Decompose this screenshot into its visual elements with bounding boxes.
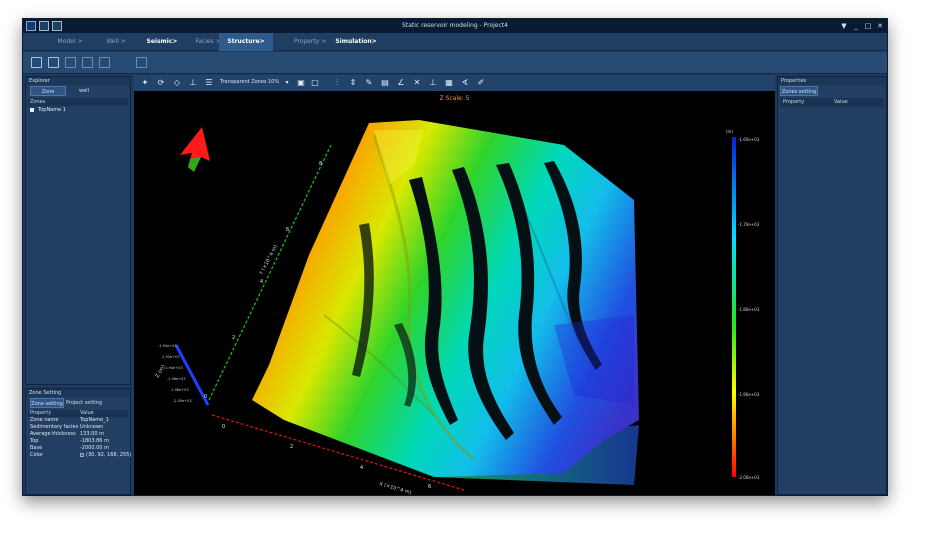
explorer-title: Explorer — [26, 77, 130, 85]
table-row[interactable]: Sedimentary facies... Unknown — [28, 424, 128, 431]
svg-text:-1.90e+03: -1.90e+03 — [158, 344, 177, 348]
app-window: Static reservoir modeling - Project4 ▼ _… — [22, 18, 888, 496]
window-title: Static reservoir modeling - Project4 — [402, 22, 508, 29]
tab-well[interactable]: well — [66, 86, 102, 96]
table-row[interactable]: Average thickness 133.00 m — [28, 431, 128, 438]
properties-title: Properties — [778, 77, 886, 85]
svg-text:8: 8 — [319, 161, 322, 167]
zone-property-table: Property Value Zone name TopName_1 Sedimen… — [28, 410, 131, 459]
zone-setting-tabs: Zone setting Project setting — [26, 397, 130, 408]
color-bar — [732, 137, 736, 477]
tree-item-topname-1[interactable]: TopName 1 — [26, 106, 130, 114]
menu-bar: Model > Well > Seismic> Facies > Structu… — [23, 33, 887, 51]
svg-text:-1.94e+03: -1.94e+03 — [164, 366, 183, 370]
properties-tabs: Zones setting — [778, 85, 886, 96]
table-header: Property Value — [28, 410, 128, 417]
properties-panel: Properties Zones setting Property Value — [777, 76, 887, 495]
3d-viewport[interactable]: ✦ ⟳ ◇ ⊥ ☰ Transparent Zones 10% ▾ ▣ □ ⫶ … — [134, 75, 775, 496]
edit-icon[interactable] — [82, 57, 93, 68]
menu-structure[interactable]: Structure> — [219, 33, 273, 51]
tab-project-setting[interactable]: Project setting — [64, 398, 104, 408]
explorer-panel: Explorer Zone well Zones TopName 1 — [25, 76, 131, 385]
svg-text:2: 2 — [290, 444, 293, 450]
table-row[interactable]: Zone name TopName_1 — [28, 417, 128, 424]
zones-tree-header: Zones — [28, 98, 128, 106]
title-bar: Static reservoir modeling - Project4 ▼ _… — [23, 19, 887, 33]
svg-text:-1.98e+03: -1.98e+03 — [170, 388, 189, 392]
structure-surface-3d: Y (×10^4 m) X (×10^4 m) Z (m) 0 2 4 6 0 … — [155, 120, 760, 496]
tree-item-label: TopName 1 — [38, 107, 66, 113]
svg-text:6: 6 — [286, 227, 289, 233]
svg-text:4: 4 — [260, 279, 263, 285]
tab-zone[interactable]: Zone — [30, 86, 66, 96]
svg-text:0: 0 — [222, 424, 225, 430]
table-row[interactable]: Base -2000.00 m — [28, 445, 128, 452]
menu-simulation[interactable]: Simulation> — [321, 33, 391, 51]
properties-table: Property Value — [780, 98, 884, 107]
svg-text:6: 6 — [428, 484, 431, 490]
svg-text:-1.70e+03: -1.70e+03 — [738, 222, 760, 227]
x-axis-label: X (×10^4 m) — [378, 481, 412, 496]
export-icon[interactable] — [136, 57, 147, 68]
close-button[interactable]: ✕ — [875, 21, 885, 31]
dropdown-button[interactable]: ▼ — [839, 21, 849, 31]
svg-text:4: 4 — [360, 465, 363, 471]
tab-zone-setting[interactable]: Zone setting — [30, 398, 64, 408]
svg-text:0: 0 — [204, 394, 207, 400]
svg-text:-1.80e+03: -1.80e+03 — [738, 307, 760, 312]
svg-text:-1.96e+03: -1.96e+03 — [167, 377, 186, 381]
svg-text:-2.00e+03: -2.00e+03 — [173, 399, 192, 403]
checkbox[interactable] — [30, 108, 34, 112]
main-toolbar — [23, 52, 887, 74]
layers-icon[interactable] — [65, 57, 76, 68]
svg-text:-1.90e+03: -1.90e+03 — [738, 392, 760, 397]
colorbar-unit: (m) — [726, 129, 733, 134]
table-row[interactable]: Color (30, 92, 168, 255) — [28, 452, 131, 459]
grid-icon[interactable] — [48, 57, 59, 68]
tab-zones-setting[interactable]: Zones setting — [780, 86, 818, 96]
minimize-button[interactable]: _ — [851, 21, 861, 31]
color-swatch[interactable] — [80, 452, 84, 457]
svg-text:2: 2 — [232, 335, 235, 341]
svg-text:-1.60e+03: -1.60e+03 — [738, 137, 760, 142]
table-header: Property Value — [780, 98, 884, 107]
svg-text:-2.00e+03: -2.00e+03 — [738, 475, 760, 480]
y-axis-label: Y (×10^4 m) — [258, 244, 279, 277]
svg-text:-1.92e+03: -1.92e+03 — [161, 355, 180, 359]
explorer-tabs: Zone well — [26, 85, 130, 96]
maximize-button[interactable]: □ — [863, 21, 873, 31]
table-row[interactable]: Top -1803.86 m — [28, 438, 128, 445]
zone-setting-title: Zone Setting — [26, 389, 130, 397]
zone-setting-panel: Zone Setting Zone setting Project settin… — [25, 388, 131, 495]
import-icon[interactable] — [31, 57, 42, 68]
settings-icon[interactable] — [99, 57, 110, 68]
